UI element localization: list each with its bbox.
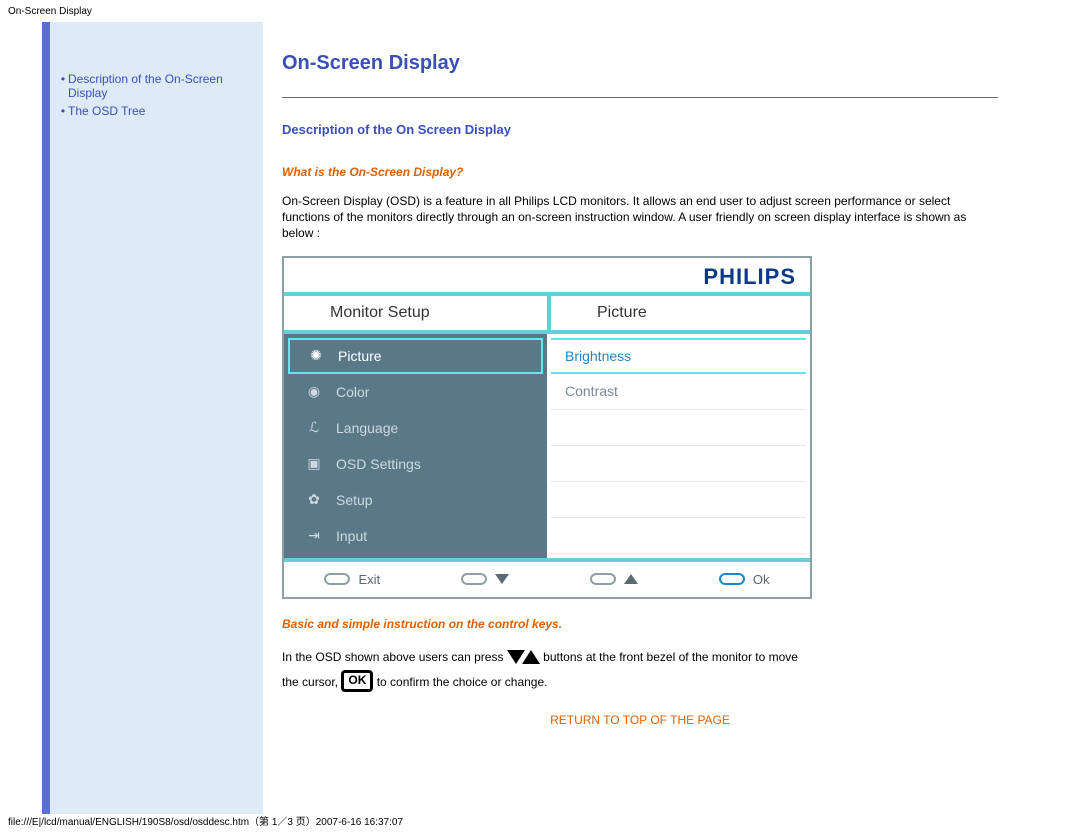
- osd-sublabel: Brightness: [565, 348, 631, 364]
- osd-left-menu: ✺ Picture ◉ Color ℒ Language ▣ OSD Setti…: [284, 334, 547, 558]
- intro-paragraph: On-Screen Display (OSD) is a feature in …: [282, 193, 998, 242]
- oval-icon: [461, 573, 487, 585]
- footer-file-path: file:///E|/lcd/manual/ENGLISH/190S8/osd/…: [8, 813, 403, 828]
- osd-item-language[interactable]: ℒ Language: [288, 410, 543, 446]
- subheading-basic: Basic and simple instruction on the cont…: [282, 617, 998, 631]
- oval-icon: [590, 573, 616, 585]
- osd-label: Setup: [336, 492, 373, 508]
- osd-label: Picture: [338, 348, 382, 364]
- main-content: On-Screen Display Description of the On …: [264, 22, 1038, 814]
- triangle-up-icon: [624, 574, 638, 584]
- instruction-paragraph: In the OSD shown above users can press b…: [282, 645, 998, 695]
- osd-header-left: Monitor Setup: [284, 292, 547, 330]
- sidebar: • Description of the On-Screen Display •…: [42, 22, 264, 814]
- osd-ok-label: Ok: [753, 572, 770, 587]
- language-icon: ℒ: [302, 419, 326, 436]
- oval-icon: [719, 573, 745, 585]
- sidebar-item-tree[interactable]: • The OSD Tree: [58, 104, 255, 118]
- osd-subitem-contrast[interactable]: Contrast: [551, 374, 806, 410]
- osd-subitem-empty: [551, 518, 806, 554]
- osd-item-color[interactable]: ◉ Color: [288, 374, 543, 410]
- sidebar-link-desc[interactable]: Description of the On-Screen Display: [68, 72, 255, 100]
- sidebar-link-tree[interactable]: The OSD Tree: [68, 104, 145, 118]
- bullet-icon: •: [58, 104, 68, 118]
- triangle-down-icon: [495, 574, 509, 584]
- settings-icon: ▣: [302, 455, 326, 472]
- return-to-top-link[interactable]: RETURN TO TOP OF THE PAGE: [282, 713, 998, 727]
- color-icon: ◉: [302, 383, 326, 400]
- bullet-icon: •: [58, 72, 68, 86]
- subheading-what-is: What is the On-Screen Display?: [282, 165, 998, 179]
- osd-ok-button[interactable]: Ok: [719, 572, 770, 587]
- osd-exit-label: Exit: [358, 572, 380, 587]
- divider: [282, 97, 998, 98]
- brightness-icon: ✺: [304, 347, 328, 364]
- osd-headers: Monitor Setup Picture: [284, 292, 810, 334]
- osd-label: Color: [336, 384, 369, 400]
- setup-icon: ✿: [302, 491, 326, 508]
- osd-screenshot: PHILIPS Monitor Setup Picture ✺ Picture …: [282, 256, 812, 599]
- osd-up-button[interactable]: [590, 573, 638, 585]
- osd-subitem-empty: [551, 482, 806, 518]
- osd-exit-button[interactable]: Exit: [324, 572, 380, 587]
- ok-key-icon: OK: [341, 670, 373, 692]
- osd-subitem-brightness[interactable]: Brightness: [551, 338, 806, 374]
- osd-sublabel: Contrast: [565, 383, 618, 399]
- text-part-a: In the OSD shown above users can press: [282, 650, 503, 664]
- osd-subitem-empty: [551, 410, 806, 446]
- page-wrap: • Description of the On-Screen Display •…: [42, 22, 1038, 814]
- oval-icon: [324, 573, 350, 585]
- osd-label: Input: [336, 528, 367, 544]
- osd-label: Language: [336, 420, 398, 436]
- osd-label: OSD Settings: [336, 456, 421, 472]
- osd-subitem-empty: [551, 446, 806, 482]
- osd-item-input[interactable]: ⇥ Input: [288, 518, 543, 554]
- input-icon: ⇥: [302, 527, 326, 544]
- text-part-b: buttons at the front bezel of the monito…: [543, 650, 798, 664]
- osd-item-osd-settings[interactable]: ▣ OSD Settings: [288, 446, 543, 482]
- osd-item-picture[interactable]: ✺ Picture: [288, 338, 543, 374]
- osd-bottom-bar: Exit Ok: [284, 558, 810, 597]
- osd-item-setup[interactable]: ✿ Setup: [288, 482, 543, 518]
- window-title: On-Screen Display: [8, 6, 92, 17]
- philips-logo: PHILIPS: [284, 258, 810, 292]
- section-heading: Description of the On Screen Display: [282, 122, 998, 137]
- triangle-up-icon: [522, 650, 540, 664]
- page-heading: On-Screen Display: [282, 52, 998, 75]
- sidebar-item-desc[interactable]: • Description of the On-Screen Display: [58, 72, 255, 100]
- text-part-c: the cursor,: [282, 675, 338, 689]
- osd-down-button[interactable]: [461, 573, 509, 585]
- osd-right-menu: Brightness Contrast: [547, 334, 810, 558]
- osd-body: ✺ Picture ◉ Color ℒ Language ▣ OSD Setti…: [284, 334, 810, 558]
- text-part-d: to confirm the choice or change.: [377, 675, 548, 689]
- osd-header-right: Picture: [547, 292, 810, 330]
